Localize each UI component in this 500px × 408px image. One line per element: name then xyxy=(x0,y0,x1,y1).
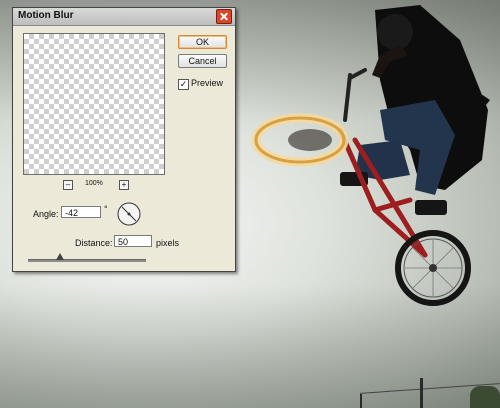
zoom-level: 100% xyxy=(85,180,103,187)
close-icon[interactable] xyxy=(216,9,232,24)
fence-post xyxy=(360,394,362,408)
preview-pane[interactable] xyxy=(23,33,165,175)
dialog-title: Motion Blur xyxy=(18,10,74,21)
cancel-button[interactable]: Cancel xyxy=(178,54,227,68)
dialog-titlebar[interactable]: Motion Blur xyxy=(13,8,235,26)
preview-checkbox[interactable]: ✓ xyxy=(178,79,189,90)
ok-button[interactable]: OK xyxy=(178,35,227,49)
fence-post xyxy=(420,378,423,408)
bmx-rider-image xyxy=(251,5,490,306)
motion-blur-dialog: Motion Blur – 100% + OK Cancel ✓ Preview… xyxy=(12,7,236,272)
distance-slider-track[interactable] xyxy=(28,259,146,262)
zoom-in-button[interactable]: + xyxy=(119,180,129,190)
angle-unit: ° xyxy=(104,204,108,214)
slider-thumb-icon[interactable] xyxy=(56,253,64,260)
angle-label: Angle: xyxy=(33,209,59,219)
distance-unit: pixels xyxy=(156,238,180,248)
preview-label: Preview xyxy=(191,78,224,88)
zoom-out-button[interactable]: – xyxy=(63,180,73,190)
distance-label: Distance: xyxy=(75,238,113,248)
distance-input[interactable]: 50 xyxy=(114,235,152,247)
distant-trees xyxy=(470,386,500,408)
angle-dial-icon[interactable] xyxy=(117,202,141,226)
angle-input[interactable]: -42 xyxy=(61,206,101,218)
